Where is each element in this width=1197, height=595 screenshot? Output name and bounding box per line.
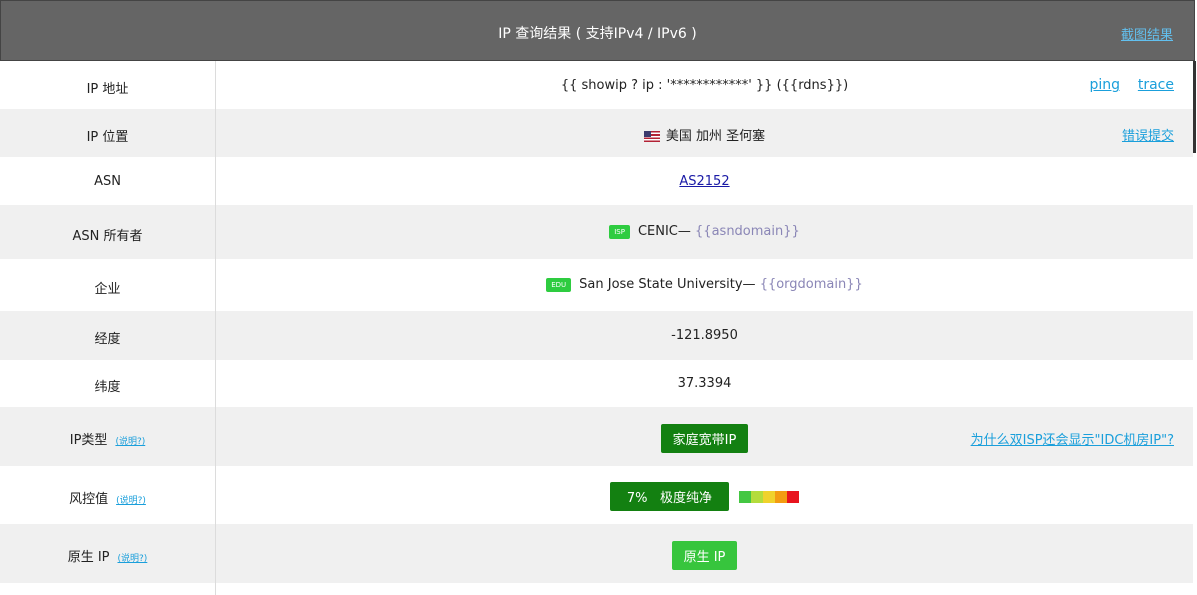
edu-badge: EDU	[546, 277, 572, 292]
column-divider	[215, 61, 216, 595]
label-native-ip-cell: 原生 IP (说明?)	[0, 546, 215, 565]
risk-text: 极度纯净	[659, 491, 712, 506]
row-ip-address: IP 地址 {{ showip ? ip : '************' }}…	[0, 62, 1193, 109]
label-native-ip: 原生 IP	[67, 550, 110, 565]
risk-scale-segment	[787, 490, 800, 503]
org-domain: {{orgdomain}}	[759, 277, 863, 292]
asn-cell: AS2152	[216, 174, 1193, 189]
label-ip-location: IP 位置	[86, 130, 129, 145]
risk-scale-bar	[739, 489, 800, 504]
label-risk-cell: 风控值 (说明?)	[0, 488, 215, 507]
risk-help-link[interactable]: (说明?)	[116, 496, 146, 506]
trace-link[interactable]: trace	[1138, 77, 1174, 93]
label-ip-address: IP 地址	[86, 82, 129, 97]
row-asn-owner: ASN 所有者 ISP CENIC— {{asndomain}}	[0, 205, 1193, 259]
us-flag-icon	[643, 131, 660, 142]
dual-isp-faq-link[interactable]: 为什么双ISP还会显示"IDC机房IP"?	[971, 429, 1174, 448]
risk-percent: 7%	[626, 491, 648, 506]
native-ip-help-link[interactable]: (说明?)	[118, 554, 148, 564]
ip-type-badge: 家庭宽带IP	[660, 424, 749, 453]
asn-owner-value: CENIC—	[637, 224, 691, 239]
ip-address-value: {{ showip ? ip : '************' }} ({{rd…	[560, 78, 849, 93]
asn-link[interactable]: AS2152	[679, 174, 729, 189]
ip-location-cell: 美国 加州 圣何塞	[216, 125, 1193, 144]
risk-cell: 7% 极度纯净	[216, 482, 1193, 511]
native-ip-cell: 原生 IP	[216, 541, 1193, 570]
label-asn-owner: ASN 所有者	[72, 229, 143, 244]
row-ip-type: IP类型 (说明?) 家庭宽带IP 为什么双ISP还会显示"IDC机房IP"?	[0, 407, 1193, 466]
native-ip-badge: 原生 IP	[671, 541, 738, 570]
label-company: 企业	[94, 282, 121, 297]
isp-badge: ISP	[609, 224, 630, 239]
label-ip-type-cell: IP类型 (说明?)	[0, 429, 215, 448]
row-native-ip: 原生 IP (说明?) 原生 IP	[0, 524, 1193, 583]
asn-owner-cell: ISP CENIC— {{asndomain}}	[216, 224, 1193, 239]
label-risk: 风控值	[69, 492, 109, 507]
result-header: IP 查询结果 ( 支持IPv4 / IPv6 ) 截图结果	[0, 0, 1195, 61]
company-value: San Jose State University—	[579, 277, 756, 292]
label-ip-type: IP类型	[69, 433, 108, 448]
risk-scale-segment	[775, 490, 788, 503]
risk-scale-segment	[763, 490, 776, 503]
row-latitude: 纬度 37.3394	[0, 360, 1193, 407]
ip-location-value: 美国 加州 圣何塞	[665, 129, 766, 144]
asn-domain: {{asndomain}}	[695, 224, 800, 239]
ip-type-help-link[interactable]: (说明?)	[115, 437, 145, 447]
row-company: 企业 EDU San Jose State University— {{orgdo…	[0, 259, 1193, 311]
latitude-value: 37.3394	[677, 376, 732, 391]
label-latitude: 纬度	[94, 380, 121, 395]
label-longitude: 经度	[94, 332, 121, 347]
result-title: IP 查询结果 ( 支持IPv4 / IPv6 )	[498, 26, 697, 42]
error-report-link[interactable]: 错误提交	[1122, 125, 1174, 144]
label-asn: ASN	[94, 174, 121, 189]
row-risk: 风控值 (说明?) 7% 极度纯净	[0, 466, 1193, 524]
right-edge-border	[1193, 61, 1196, 153]
longitude-value: -121.8950	[671, 328, 738, 343]
ping-link[interactable]: ping	[1089, 77, 1120, 93]
row-ip-location: IP 位置 美国 加州 圣何塞 错误提交	[0, 109, 1193, 157]
row-asn: ASN AS2152	[0, 157, 1193, 205]
risk-scale-segment	[739, 490, 752, 503]
row-longitude: 经度 -121.8950	[0, 311, 1193, 360]
risk-scale-segment	[751, 490, 764, 503]
screenshot-result-link[interactable]: 截图结果	[1121, 24, 1173, 43]
risk-badge: 7% 极度纯净	[609, 482, 729, 511]
company-cell: EDU San Jose State University— {{orgdomai…	[216, 277, 1193, 292]
